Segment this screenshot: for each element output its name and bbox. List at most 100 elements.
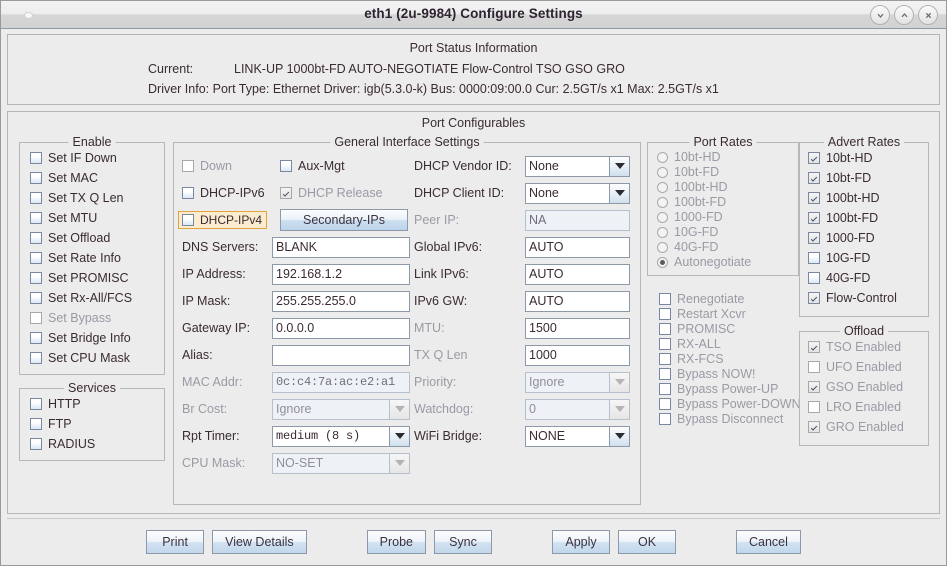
chevron-down-icon [389, 452, 410, 474]
priority-dropdown[interactable]: Ignore [525, 371, 630, 393]
status-driver-value: Port Type: Ethernet Driver: igb(5.3.0-k)… [212, 82, 719, 96]
advert-item-100bt-fd[interactable]: 100bt-FD [808, 211, 922, 225]
enable-item-set-if-down[interactable]: Set IF Down [30, 151, 158, 165]
port-rate-100bt-fd[interactable]: 100bt-FD [657, 195, 792, 209]
port-rate-10bt-hd[interactable]: 10bt-HD [657, 150, 792, 164]
advert-rates-list: 10bt-HD 10bt-FD 100bt-HD 100bt-FD 1000-FD 10G… [800, 143, 928, 316]
sync-button[interactable]: Sync [434, 530, 492, 554]
enable-item-set-promisc[interactable]: Set PROMISC [30, 271, 158, 285]
ufo-enabled-label: UFO Enabled [826, 360, 902, 374]
minimize-icon[interactable] [870, 5, 890, 25]
dhcp-vendor-id-label: DHCP Vendor ID: [414, 159, 512, 173]
checkbox-aux-mgt[interactable]: Aux-Mgt [280, 159, 345, 173]
cpu-mask-dropdown[interactable]: NO-SET [272, 452, 410, 474]
enable-item-set-offload[interactable]: Set Offload [30, 231, 158, 245]
action-item-rx-fcs[interactable]: RX-FCS [659, 352, 799, 366]
port-rate-100bt-hd[interactable]: 100bt-HD [657, 180, 792, 194]
offload-item-lro-enabled[interactable]: LRO Enabled [808, 400, 922, 414]
10bt-fd-label: 10bt-FD [674, 165, 720, 179]
view-details-button[interactable]: View Details [212, 530, 307, 554]
action-item-bypass-disconnect[interactable]: Bypass Disconnect [659, 412, 799, 426]
mac-addr-input[interactable]: 0c:c4:7a:ac:e2:a1 [272, 371, 410, 393]
alias-input[interactable] [272, 344, 410, 366]
watchdog-dropdown[interactable]: 0 [525, 398, 630, 420]
40g-fd-label: 40G-FD [826, 271, 871, 285]
rpt-timer-dropdown[interactable]: medium (8 s) [272, 425, 410, 447]
global-ipv6-input[interactable]: AUTO [525, 236, 630, 258]
port-rate-autonegotiate[interactable]: Autonegotiate [657, 255, 792, 269]
secondary-ips-button[interactable]: Secondary-IPs [280, 209, 408, 231]
cancel-button[interactable]: Cancel [736, 530, 801, 554]
gateway-ip-input[interactable]: 0.0.0.0 [272, 317, 410, 339]
enable-item-set-mac[interactable]: Set MAC [30, 171, 158, 185]
action-item-restart-xcvr[interactable]: Restart Xcvr [659, 307, 799, 321]
advert-item-10bt-hd[interactable]: 10bt-HD [808, 151, 922, 165]
enable-item-set-bypass[interactable]: Set Bypass [30, 311, 158, 325]
advert-item-100bt-hd[interactable]: 100bt-HD [808, 191, 922, 205]
port-rates-list: 10bt-HD 10bt-FD 100bt-HD 100bt-FD 1000-FD 10G… [648, 143, 798, 275]
advert-item-flow-control[interactable]: Flow-Control [808, 291, 922, 305]
1000-fd-label: 1000-FD [674, 210, 723, 224]
offload-item-ufo-enabled[interactable]: UFO Enabled [808, 360, 922, 374]
service-item-http[interactable]: HTTP [30, 397, 158, 411]
action-item-bypass-power-up[interactable]: Bypass Power-UP [659, 382, 799, 396]
enable-item-set-cpu-mask[interactable]: Set CPU Mask [30, 351, 158, 365]
offload-item-gro-enabled[interactable]: GRO Enabled [808, 420, 922, 434]
status-current-row: Current: LINK-UP 1000bt-FD AUTO-NEGOTIATE… [8, 62, 939, 76]
probe-button[interactable]: Probe [366, 530, 426, 554]
apply-button[interactable]: Apply [552, 530, 610, 554]
offload-item-tso-enabled[interactable]: TSO Enabled [808, 340, 922, 354]
ip-address-input[interactable]: 192.168.1.2 [272, 263, 410, 285]
advert-item-10g-fd[interactable]: 10G-FD [808, 251, 922, 265]
action-item-bypass-now[interactable]: Bypass NOW! [659, 367, 799, 381]
service-item-ftp[interactable]: FTP [30, 417, 158, 431]
mtu-input[interactable]: 1500 [525, 317, 630, 339]
advert-item-40g-fd[interactable]: 40G-FD [808, 271, 922, 285]
set-rate-info-checkbox-box [30, 252, 42, 264]
maximize-icon[interactable] [894, 5, 914, 25]
wifi-bridge-dropdown[interactable]: NONE [525, 425, 630, 447]
close-icon[interactable] [918, 5, 938, 25]
action-item-promisc[interactable]: PROMISC [659, 322, 799, 336]
action-item-rx-all[interactable]: RX-ALL [659, 337, 799, 351]
enable-item-set-tx-q-len[interactable]: Set TX Q Len [30, 191, 158, 205]
checkbox-dhcp-ipv4[interactable]: DHCP-IPv4 [178, 211, 268, 229]
dhcp-client-id-dropdown[interactable]: None [525, 182, 630, 204]
gso-enabled-checkbox-box [808, 381, 820, 393]
action-item-renegotiate[interactable]: Renegotiate [659, 292, 799, 306]
advert-item-10bt-fd[interactable]: 10bt-FD [808, 171, 922, 185]
advert-item-1000-fd[interactable]: 1000-FD [808, 231, 922, 245]
link-ipv6-input[interactable]: AUTO [525, 263, 630, 285]
tx-q-len-input[interactable]: 1000 [525, 344, 630, 366]
peer-ip-input[interactable]: NA [525, 209, 630, 231]
dhcp-ipv4-secondary-row: DHCP-IPv4 Secondary-IPs [178, 209, 410, 231]
ip-mask-input[interactable]: 255.255.255.0 [272, 290, 410, 312]
checkbox-dhcp-release[interactable]: DHCP Release [280, 186, 383, 200]
enable-item-set-rate-info[interactable]: Set Rate Info [30, 251, 158, 265]
service-item-radius[interactable]: RADIUS [30, 437, 158, 451]
print-button[interactable]: Print [146, 530, 205, 554]
port-rate-10bt-fd[interactable]: 10bt-FD [657, 165, 792, 179]
enable-item-set-rx-all-fcs[interactable]: Set Rx-All/FCS [30, 291, 158, 305]
ok-button[interactable]: OK [618, 530, 676, 554]
general-settings-legend: General Interface Settings [330, 135, 484, 149]
enable-group: Enable Set IF Down Set MAC Set TX Q Len Set… [19, 135, 165, 375]
port-rate-1000-fd[interactable]: 1000-FD [657, 210, 792, 224]
port-rate-10g-fd[interactable]: 10G-FD [657, 225, 792, 239]
action-item-bypass-power-down[interactable]: Bypass Power-DOWN [659, 397, 801, 411]
title-bar: eth1 (2u-9984) Configure Settings [1, 1, 946, 29]
1000-fd-radio-box [657, 211, 668, 223]
enable-item-set-mtu[interactable]: Set MTU [30, 211, 158, 225]
br-cost-dropdown[interactable]: Ignore [272, 398, 410, 420]
port-rate-40g-fd[interactable]: 40G-FD [657, 240, 792, 254]
checkbox-down[interactable]: Down [182, 159, 280, 173]
checkbox-dhcp-ipv6[interactable]: DHCP-IPv6 [182, 186, 280, 200]
100bt-hd-checkbox-box [808, 192, 820, 204]
1000-fd-checkbox-box [808, 232, 820, 244]
dns-servers-input[interactable]: BLANK [272, 236, 410, 258]
offload-item-gso-enabled[interactable]: GSO Enabled [808, 380, 922, 394]
dhcp-vendor-id-dropdown[interactable]: None [525, 155, 630, 177]
autonegotiate-radio-box [657, 256, 668, 268]
ipv6-gw-input[interactable]: AUTO [525, 290, 630, 312]
enable-item-set-bridge-info[interactable]: Set Bridge Info [30, 331, 158, 345]
